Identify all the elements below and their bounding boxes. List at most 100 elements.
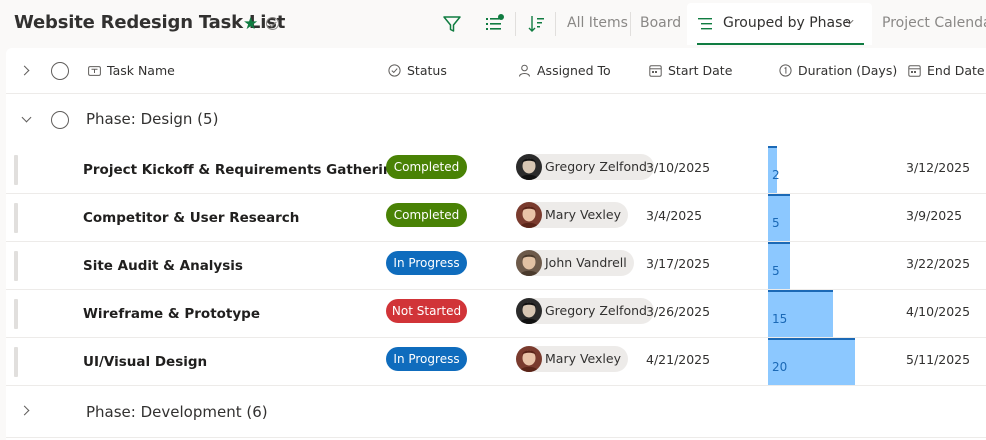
duration-value: 2 <box>772 168 780 182</box>
view-project-calendar[interactable]: Project Calendar <box>882 15 986 31</box>
duration-databar: 15 <box>768 290 833 337</box>
column-start-date[interactable]: Start Date <box>649 63 732 78</box>
toolbar-divider <box>515 12 516 36</box>
view-board[interactable]: Board <box>640 15 681 31</box>
table-row[interactable]: Wireframe & Prototype Not Started Gregory … <box>6 290 986 338</box>
end-date: 5/11/2025 <box>906 352 971 367</box>
group-header-design[interactable]: Phase: Design (5) <box>6 94 986 146</box>
avatar <box>516 202 542 228</box>
assignee-name: Gregory Zelfond <box>545 159 647 174</box>
assignee-name: Gregory Zelfond <box>545 303 647 318</box>
end-date: 3/12/2025 <box>906 160 971 175</box>
duration-value: 5 <box>772 216 780 230</box>
group-lines-icon <box>698 18 712 30</box>
duration-value: 15 <box>772 312 788 326</box>
task-name[interactable]: Project Kickoff & Requirements Gathering <box>83 162 402 178</box>
task-name[interactable]: Competitor & User Research <box>83 210 299 226</box>
task-name[interactable]: Wireframe & Prototype <box>83 306 260 322</box>
task-name[interactable]: UI/Visual Design <box>83 354 207 370</box>
column-end-date[interactable]: End Date <box>908 63 985 78</box>
column-end-date-label: End Date <box>927 63 985 78</box>
duration-value: 5 <box>772 264 780 278</box>
active-view-indicator <box>697 43 864 45</box>
end-date: 4/10/2025 <box>906 304 971 319</box>
view-grouped-label: Grouped by Phase <box>723 15 851 31</box>
end-date: 3/22/2025 <box>906 256 971 271</box>
start-date: 3/10/2025 <box>646 160 711 175</box>
column-task-name[interactable]: Task Name <box>88 63 175 78</box>
filter-icon[interactable] <box>441 13 463 35</box>
duration-value: 20 <box>772 360 788 374</box>
table-row[interactable]: Site Audit & Analysis In Progress John Van… <box>6 242 986 290</box>
view-all-items[interactable]: All Items <box>567 15 628 31</box>
column-status-label: Status <box>407 63 447 78</box>
assignee-name: John Vandrell <box>545 255 627 270</box>
duration-databar: 5 <box>768 242 790 289</box>
duration-databar: 2 <box>768 146 780 193</box>
avatar <box>516 250 542 276</box>
status-badge[interactable]: Completed <box>386 155 467 179</box>
calendar-icon <box>649 65 662 77</box>
duration-databar: 20 <box>768 338 855 385</box>
avatar <box>516 154 542 180</box>
number-icon <box>779 64 792 77</box>
assignee-chip[interactable]: John Vandrell <box>516 250 634 276</box>
task-name[interactable]: Site Audit & Analysis <box>83 258 243 274</box>
column-status[interactable]: Status <box>388 63 447 78</box>
chevron-down-icon[interactable] <box>21 112 32 123</box>
person-icon <box>519 64 530 77</box>
favorite-star-icon[interactable]: ★ <box>243 14 258 34</box>
column-task-name-label: Task Name <box>107 63 175 78</box>
sort-icon[interactable] <box>525 13 547 35</box>
assignee-chip[interactable]: Gregory Zelfond <box>516 298 654 324</box>
assignee-name: Mary Vexley <box>545 207 621 222</box>
start-date: 3/26/2025 <box>646 304 711 319</box>
row-drag-handle[interactable] <box>14 155 18 185</box>
group-header-development[interactable]: Phase: Development (6) <box>6 386 986 438</box>
text-field-icon <box>88 65 101 76</box>
group-label: Phase: Development (6) <box>86 403 268 421</box>
column-duration-label: Duration (Days) <box>798 63 898 78</box>
status-badge[interactable]: In Progress <box>386 347 467 371</box>
row-drag-handle[interactable] <box>14 347 18 377</box>
start-date: 3/17/2025 <box>646 256 711 271</box>
end-date: 3/9/2025 <box>906 208 963 223</box>
status-badge[interactable]: In Progress <box>386 251 467 275</box>
column-start-date-label: Start Date <box>668 63 733 78</box>
row-drag-handle[interactable] <box>14 299 18 329</box>
row-drag-handle[interactable] <box>14 251 18 281</box>
command-bar: Website Redesign Task List ★ All Items B… <box>0 0 986 48</box>
column-header-row: Task Name Status Assigned To Start Date <box>6 48 986 94</box>
toolbar-divider <box>555 12 556 36</box>
avatar <box>516 298 542 324</box>
table-row[interactable]: Competitor & User Research Completed Mary … <box>6 194 986 242</box>
calendar-icon <box>908 65 921 77</box>
list-grid: Task Name Status Assigned To Start Date <box>6 48 986 440</box>
group-select-checkbox[interactable] <box>51 111 69 129</box>
column-assigned-to-label: Assigned To <box>537 63 611 78</box>
table-row[interactable]: UI/Visual Design In Progress Mary Vexley 4/… <box>6 338 986 386</box>
toolbar-divider <box>630 12 631 36</box>
expand-all-chevron-icon[interactable] <box>19 65 30 76</box>
assignee-chip[interactable]: Mary Vexley <box>516 202 628 228</box>
assignee-chip[interactable]: Mary Vexley <box>516 346 628 372</box>
follow-check-icon[interactable] <box>266 17 279 30</box>
table-row[interactable]: Project Kickoff & Requirements Gathering… <box>6 146 986 194</box>
column-duration[interactable]: Duration (Days) <box>779 63 897 78</box>
select-all-checkbox[interactable] <box>51 62 69 80</box>
assignee-chip[interactable]: Gregory Zelfond <box>516 154 654 180</box>
view-options-icon[interactable] <box>483 13 505 35</box>
view-grouped-by-phase[interactable]: Grouped by Phase <box>687 3 872 45</box>
status-badge[interactable]: Completed <box>386 203 467 227</box>
duration-databar: 5 <box>768 194 790 241</box>
avatar <box>516 346 542 372</box>
group-label: Phase: Design (5) <box>86 110 219 128</box>
status-badge[interactable]: Not Started <box>386 299 467 323</box>
start-date: 3/4/2025 <box>646 208 703 223</box>
status-check-icon <box>388 64 401 77</box>
start-date: 4/21/2025 <box>646 352 711 367</box>
row-drag-handle[interactable] <box>14 203 18 233</box>
chevron-right-icon[interactable] <box>19 405 30 416</box>
column-assigned-to[interactable]: Assigned To <box>518 63 611 78</box>
assignee-name: Mary Vexley <box>545 351 621 366</box>
